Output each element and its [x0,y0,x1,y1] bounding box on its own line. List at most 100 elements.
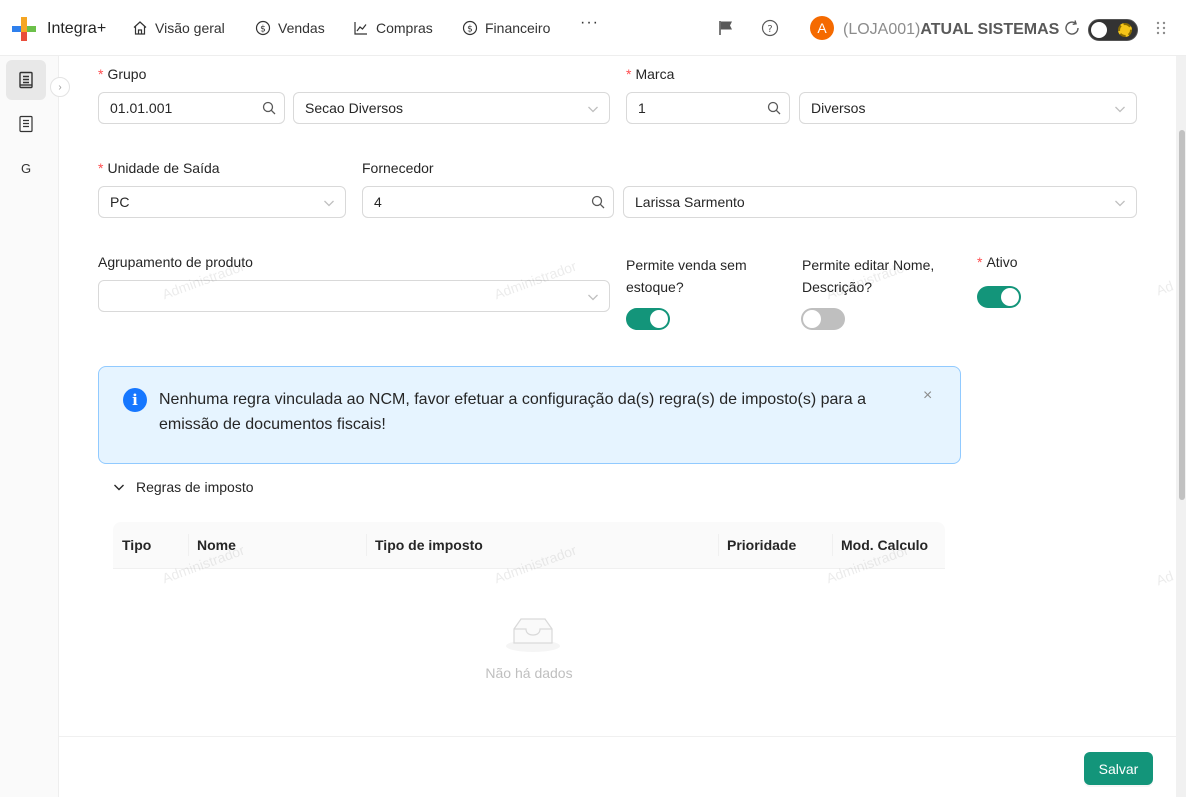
permite-venda-label: Permite venda sem estoque? [626,254,747,298]
grupo-select-value: Secao Diversos [305,100,404,116]
agrupamento-select[interactable] [98,280,610,312]
required-mark: * [977,254,983,270]
permite-venda-switch[interactable] [626,308,670,330]
chevron-down-icon [324,200,334,207]
chevron-down-icon [588,294,598,301]
column-tipo: Tipo [122,537,152,553]
unidade-label: * Unidade de Saída [98,160,220,176]
sidebar-item-2[interactable] [6,104,46,144]
nav-financeiro[interactable]: $ Financeiro [462,20,550,36]
top-navbar: Integra+ Visão geral $ Vendas Compras $ … [0,0,1186,56]
search-icon [767,101,780,115]
sidebar-item-3[interactable]: G [6,148,46,188]
required-mark: * [98,66,104,82]
regras-collapse-header[interactable]: Regras de imposto [112,479,254,495]
permite-editar-label-line2: Descrição? [802,279,873,295]
search-icon [591,195,604,209]
nav-visao-geral[interactable]: Visão geral [132,20,225,36]
switch-knob [803,310,821,328]
flag-icon[interactable] [717,19,735,37]
marca-search-button[interactable] [758,92,790,124]
close-icon[interactable]: × [923,387,932,405]
grupo-label-text: Grupo [107,66,147,82]
column-nome: Nome [197,537,236,553]
apps-grid-icon[interactable] [1154,21,1168,35]
ncm-alert: i Nenhuma regra vinculada ao NCM, favor … [98,366,961,464]
unidade-label-text: Unidade de Saída [107,160,220,176]
search-icon [262,101,275,115]
unidade-select[interactable]: PC [98,186,346,218]
ativo-switch[interactable] [977,286,1021,308]
required-mark: * [98,160,104,176]
permite-venda-label-line1: Permite venda sem [626,257,747,273]
column-divider [366,534,367,556]
dollar-circle-icon: $ [255,20,271,36]
fornecedor-label: Fornecedor [362,160,434,176]
alert-message: Nenhuma regra vinculada ao NCM, favor ef… [159,391,866,433]
marca-code-input[interactable]: 1 [626,92,759,124]
empty-text: Não há dados [485,665,573,681]
table-empty-state: Não há dados [113,569,945,727]
dollar-circle-icon: $ [462,20,478,36]
nav-label: Vendas [278,20,325,36]
grupo-search-button[interactable] [253,92,285,124]
app-logo-icon[interactable] [9,14,39,44]
fornecedor-select[interactable]: Larissa Sarmento [623,186,1137,218]
sidebar: G [0,56,59,797]
nav-compras[interactable]: Compras [353,20,433,36]
document-icon [19,115,33,133]
grupo-label: * Grupo [98,66,146,82]
info-icon: i [123,388,147,412]
svg-text:$: $ [467,25,473,35]
help-icon[interactable]: ? [761,19,779,37]
document-icon [19,71,33,89]
permite-editar-label: Permite editar Nome, Descrição? [802,254,934,298]
ativo-label: * Ativo [977,254,1018,270]
switch-knob [650,310,668,328]
marca-select[interactable]: Diversos [799,92,1137,124]
regras-title: Regras de imposto [136,479,254,495]
store-company: ATUAL SISTEMAS [920,21,1060,38]
column-divider [718,534,719,556]
fornecedor-select-value: Larissa Sarmento [635,194,745,210]
home-icon [133,21,147,35]
toggle-knob [1091,22,1107,38]
nav-label: Visão geral [155,20,225,36]
save-button[interactable]: Salvar [1084,752,1153,785]
form-footer [59,736,1176,797]
scrollbar-thumb[interactable] [1179,130,1185,500]
grupo-select[interactable]: Secao Diversos [293,92,610,124]
store-name[interactable]: (LOJA001)ATUAL SISTEMAS [843,21,1059,39]
theme-toggle[interactable] [1088,19,1138,41]
chevron-down-icon [1115,106,1125,113]
nav-more-button[interactable]: ··· [580,14,599,32]
column-divider [188,534,189,556]
switch-knob [1001,288,1019,306]
column-divider [832,534,833,556]
sidebar-item-1[interactable] [6,60,46,100]
fornecedor-search-button[interactable] [582,186,614,218]
permite-venda-label-line2: estoque? [626,279,684,295]
nav-label: Compras [376,20,433,36]
permite-editar-switch[interactable] [801,308,845,330]
store-code: (LOJA001) [843,21,921,38]
marca-select-value: Diversos [811,100,866,116]
app-brand[interactable]: Integra+ [47,20,106,38]
chevron-down-icon [588,106,598,113]
chevron-right-icon[interactable]: › [50,77,70,97]
marca-label: * Marca [626,66,674,82]
svg-text:$: $ [260,25,266,35]
refresh-icon[interactable] [1063,19,1081,37]
chevron-down-icon [114,484,124,491]
grupo-code-input[interactable]: 01.01.001 [98,92,254,124]
line-chart-icon [354,22,367,35]
fornecedor-code-input[interactable]: 4 [362,186,583,218]
unidade-select-value: PC [110,194,130,210]
avatar[interactable]: A [810,16,834,40]
ativo-label-text: Ativo [986,254,1018,270]
marca-label-text: Marca [635,66,675,82]
nav-vendas[interactable]: $ Vendas [255,20,325,36]
table-header: Tipo Nome Tipo de imposto Prioridade Mod… [113,522,945,569]
sun-icon [1118,23,1132,37]
svg-text:?: ? [767,24,772,35]
